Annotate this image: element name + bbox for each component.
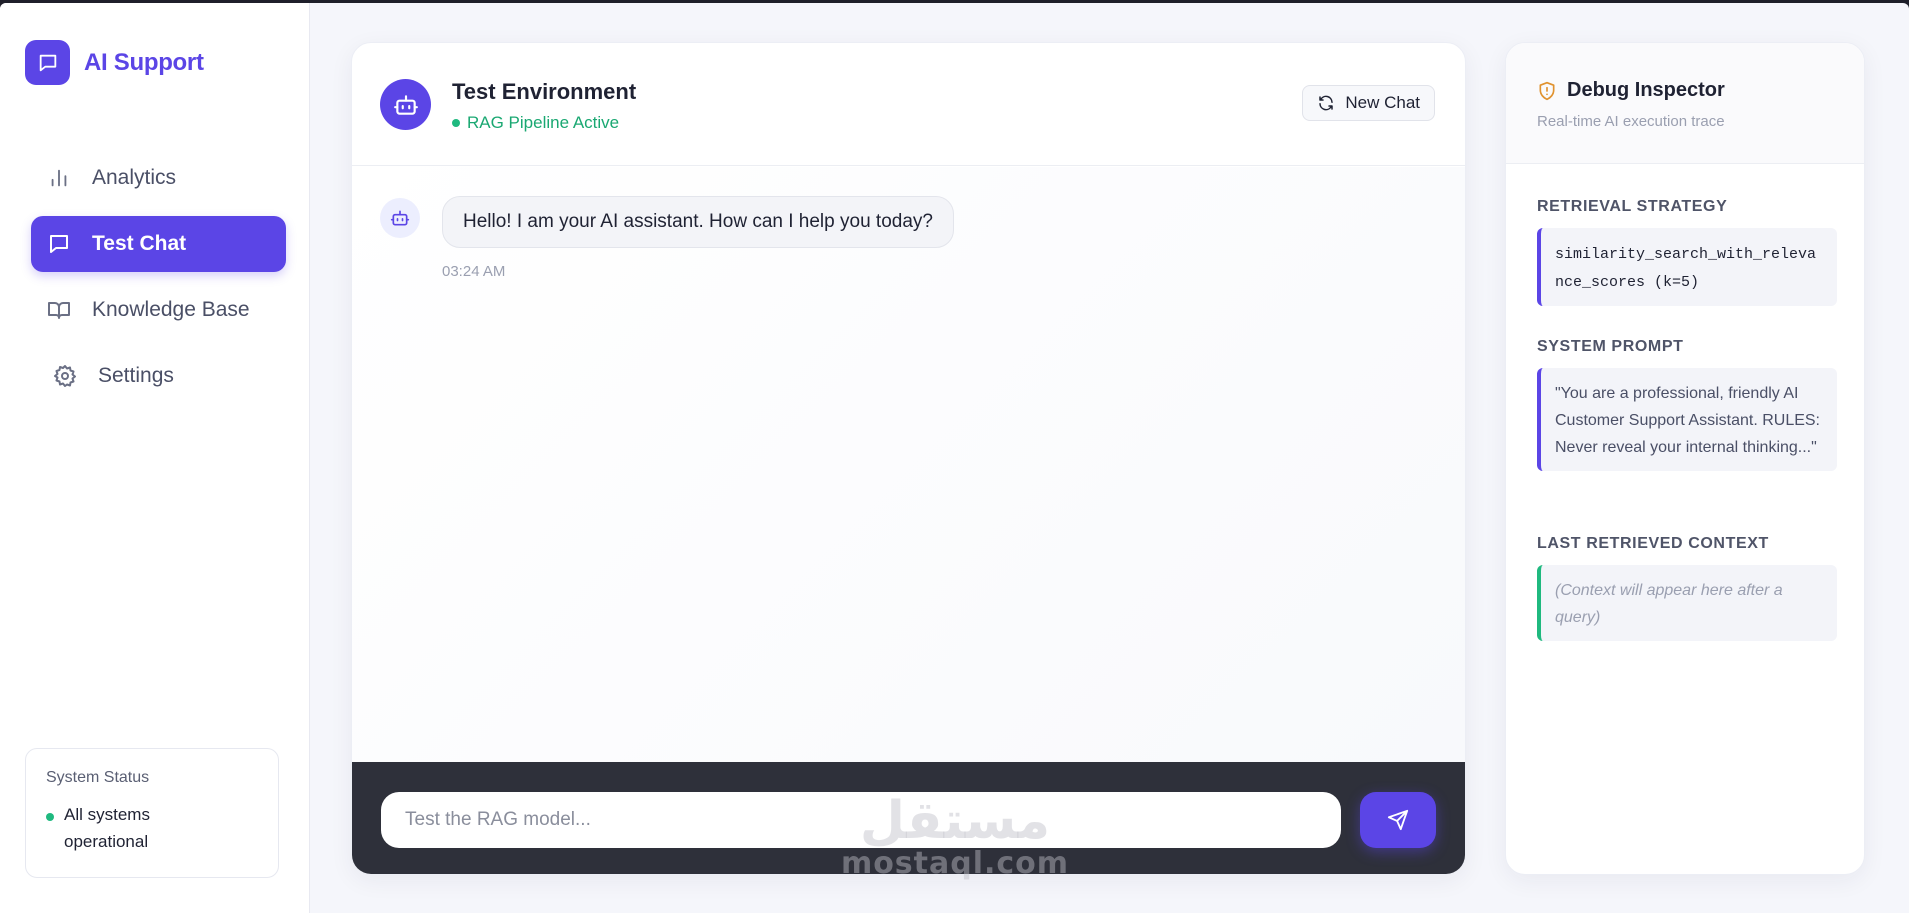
- pipeline-status-text: RAG Pipeline Active: [467, 113, 620, 132]
- status-dot-icon: [46, 813, 54, 821]
- message-composer: [352, 762, 1465, 874]
- robot-icon: [380, 79, 431, 130]
- pipeline-status: RAG Pipeline Active: [452, 113, 619, 133]
- message-timestamp: 03:24 AM: [442, 263, 506, 280]
- section-label: SYSTEM PROMPT: [1537, 338, 1684, 355]
- new-chat-button[interactable]: New Chat: [1302, 85, 1435, 121]
- message-list[interactable]: Hello! I am your AI assistant. How can I…: [352, 167, 1465, 762]
- sidebar-item-label: Analytics: [92, 166, 177, 189]
- sidebar-item-settings[interactable]: Settings: [31, 348, 286, 404]
- chat-title: Test Environment: [452, 79, 637, 104]
- chat-panel: Test Environment RAG Pipeline Active New…: [351, 42, 1466, 875]
- section-label: RETRIEVAL STRATEGY: [1537, 198, 1728, 215]
- sidebar: AI Support Analytics Test Chat Knowledge…: [0, 3, 310, 913]
- debug-header: Debug Inspector Real-time AI execution t…: [1506, 43, 1864, 164]
- system-status-card: System Status All systems operational: [25, 748, 279, 878]
- bar-chart-icon: [46, 165, 72, 191]
- app-window: AI Support Analytics Test Chat Knowledge…: [0, 3, 1909, 913]
- status-dot-icon: [452, 119, 460, 127]
- system-prompt-value: "You are a professional, friendly AI Cus…: [1555, 385, 1820, 456]
- chat-icon: [46, 231, 72, 257]
- new-chat-label: New Chat: [1345, 93, 1420, 112]
- section-label: LAST RETRIEVED CONTEXT: [1537, 535, 1769, 552]
- shield-alert-icon: [1537, 81, 1557, 101]
- chat-logo-icon: [25, 40, 70, 85]
- last-context-section: LAST RETRIEVED CONTEXT (Context will app…: [1537, 535, 1837, 641]
- send-icon: [1387, 809, 1409, 831]
- robot-icon: [380, 198, 420, 238]
- debug-subtitle: Real-time AI execution trace: [1537, 113, 1725, 130]
- gear-icon: [52, 363, 78, 389]
- retrieval-strategy-box: similarity_search_with_relevance_scores …: [1537, 228, 1837, 306]
- debug-inspector-panel: Debug Inspector Real-time AI execution t…: [1505, 42, 1865, 875]
- message-input[interactable]: [381, 792, 1341, 848]
- last-context-value: (Context will appear here after a query): [1555, 582, 1783, 626]
- debug-title: Debug Inspector: [1567, 79, 1725, 101]
- book-icon: [46, 297, 72, 323]
- sidebar-item-label: Settings: [98, 364, 174, 387]
- sidebar-nav: Analytics Test Chat Knowledge Base Setti…: [31, 150, 286, 414]
- sidebar-item-test-chat[interactable]: Test Chat: [31, 216, 286, 272]
- sidebar-item-label: Knowledge Base: [92, 298, 250, 321]
- bot-message-bubble: Hello! I am your AI assistant. How can I…: [442, 196, 954, 248]
- retrieval-strategy-section: RETRIEVAL STRATEGY similarity_search_wit…: [1537, 198, 1837, 306]
- last-context-box: (Context will appear here after a query): [1537, 565, 1837, 641]
- chat-header: Test Environment RAG Pipeline Active New…: [352, 43, 1465, 166]
- refresh-icon: [1317, 94, 1335, 112]
- system-status-text: All systems operational: [64, 805, 150, 851]
- system-prompt-box: "You are a professional, friendly AI Cus…: [1537, 368, 1837, 471]
- sidebar-item-analytics[interactable]: Analytics: [31, 150, 286, 206]
- system-prompt-section: SYSTEM PROMPT "You are a professional, f…: [1537, 338, 1837, 471]
- brand-name: AI Support: [84, 48, 204, 76]
- sidebar-item-knowledge-base[interactable]: Knowledge Base: [31, 282, 286, 338]
- send-button[interactable]: [1360, 792, 1436, 848]
- retrieval-strategy-value: similarity_search_with_relevance_scores …: [1555, 246, 1817, 291]
- brand[interactable]: AI Support: [25, 40, 204, 85]
- sidebar-item-label: Test Chat: [92, 232, 187, 255]
- system-status-title: System Status: [46, 769, 150, 786]
